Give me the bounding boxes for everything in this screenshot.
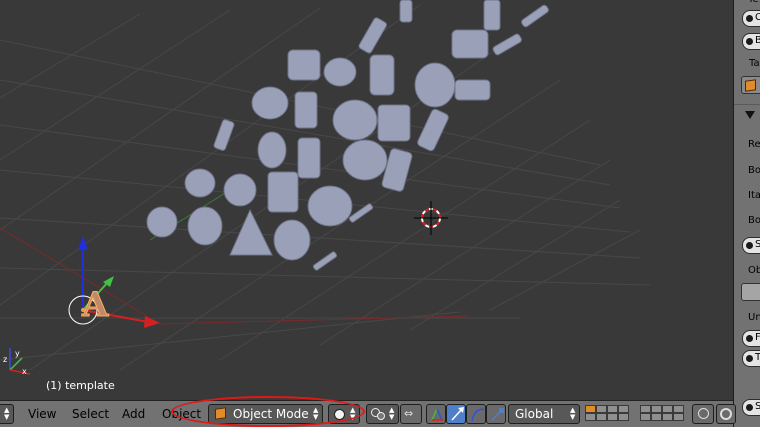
prop-label-ita: Ita [748,190,760,201]
viewport-shading-select[interactable]: ▲ ▼ [328,404,360,424]
transform-orientation-select[interactable]: Global ▲ ▼ [508,404,580,424]
updown-arrows-icon: ▲ ▼ [350,406,356,421]
prop-label-tap: Tap [749,58,760,69]
3d-viewport[interactable]: A z y x (1) template [0,0,733,400]
svg-text:y: y [15,349,20,358]
pivot-point-select[interactable]: ▲ ▼ [366,404,399,424]
updown-arrows-icon: ▲ ▼ [313,406,319,421]
align-arrows-icon: ⇔ [404,407,414,420]
editor-type-button[interactable]: ▲ ▼ [0,404,14,424]
prop-toggle-c[interactable]: C [742,10,760,27]
3d-cursor[interactable] [414,201,448,235]
rotate-manipulator-toggle[interactable] [466,404,486,424]
translate-arrow-icon [451,407,464,421]
updown-arrows-icon: ▲ ▼ [570,406,576,421]
prop-toggle-s2[interactable]: S [742,399,760,416]
prop-label-te: Te [748,0,759,5]
properties-panel[interactable]: Te C B Tap Re Bo Ita Bo S Ob Un F T S [733,0,760,427]
prop-toggle-f[interactable]: F [742,330,760,347]
prop-label-bo2: Bo [748,215,760,226]
mode-select[interactable]: Object Mode ▲ ▼ [208,404,323,424]
x-axis-line-far [159,315,471,325]
pivot-align-toggle[interactable]: ⇔ [400,404,422,424]
menu-object[interactable]: Object [162,407,201,421]
viewport-header: ▲ ▼ View Select Add Object Object Mode ▲ ▼… [0,400,736,427]
prop-label-un: Un [748,312,760,323]
menu-add[interactable]: Add [122,407,145,421]
white-sphere-icon [334,409,345,420]
lock-layer-icon [698,408,709,419]
radio-dot-icon [746,15,753,22]
menu-view[interactable]: View [28,407,56,421]
radio-dot-icon [746,335,753,342]
menu-select[interactable]: Select [72,407,109,421]
object-cube-icon [745,79,756,92]
updown-arrows-icon: ▲ ▼ [4,406,10,421]
scale-manipulator-toggle[interactable] [486,404,506,424]
taper-object-field[interactable] [741,76,760,94]
render-camera-icon [720,408,732,420]
active-object-label: (1) template [46,379,115,392]
transform-manipulator[interactable]: A [68,236,160,328]
prop-toggle-b[interactable]: B [742,33,760,50]
lock-camera-toggle[interactable] [692,404,714,424]
radio-dot-icon [746,38,753,45]
svg-text:x: x [22,367,27,376]
prop-label-bo: Bo [748,165,760,176]
3d-text-objects [146,0,549,271]
svg-text:z: z [3,355,7,364]
orange-cube-icon [215,407,226,420]
radio-dot-icon [746,404,753,411]
prop-toggle-t[interactable]: T [742,350,760,367]
prop-label-re: Re [748,139,760,150]
object-field[interactable] [741,283,760,301]
svg-text:A: A [81,285,109,325]
view-axes-widget: z y x [3,348,31,376]
axis-arrows-icon [431,408,443,421]
manipulator-toggle[interactable] [426,404,446,424]
rotate-arc-icon [471,408,485,422]
radio-dot-icon [746,242,753,249]
scale-arrow-icon [491,408,504,421]
translate-manipulator-toggle[interactable] [446,404,466,424]
prop-toggle-s[interactable]: S [742,237,760,254]
expand-triangle-icon [745,111,755,119]
prop-label-ob: Ob [748,265,760,276]
viewport-scene: A z y x [0,0,651,376]
panel-header-paragraph[interactable] [734,104,760,126]
x-axis-line [0,227,161,325]
updown-arrows-icon: ▲ ▼ [389,406,395,421]
render-preview-button[interactable] [716,404,736,424]
radio-dot-icon [746,355,753,362]
